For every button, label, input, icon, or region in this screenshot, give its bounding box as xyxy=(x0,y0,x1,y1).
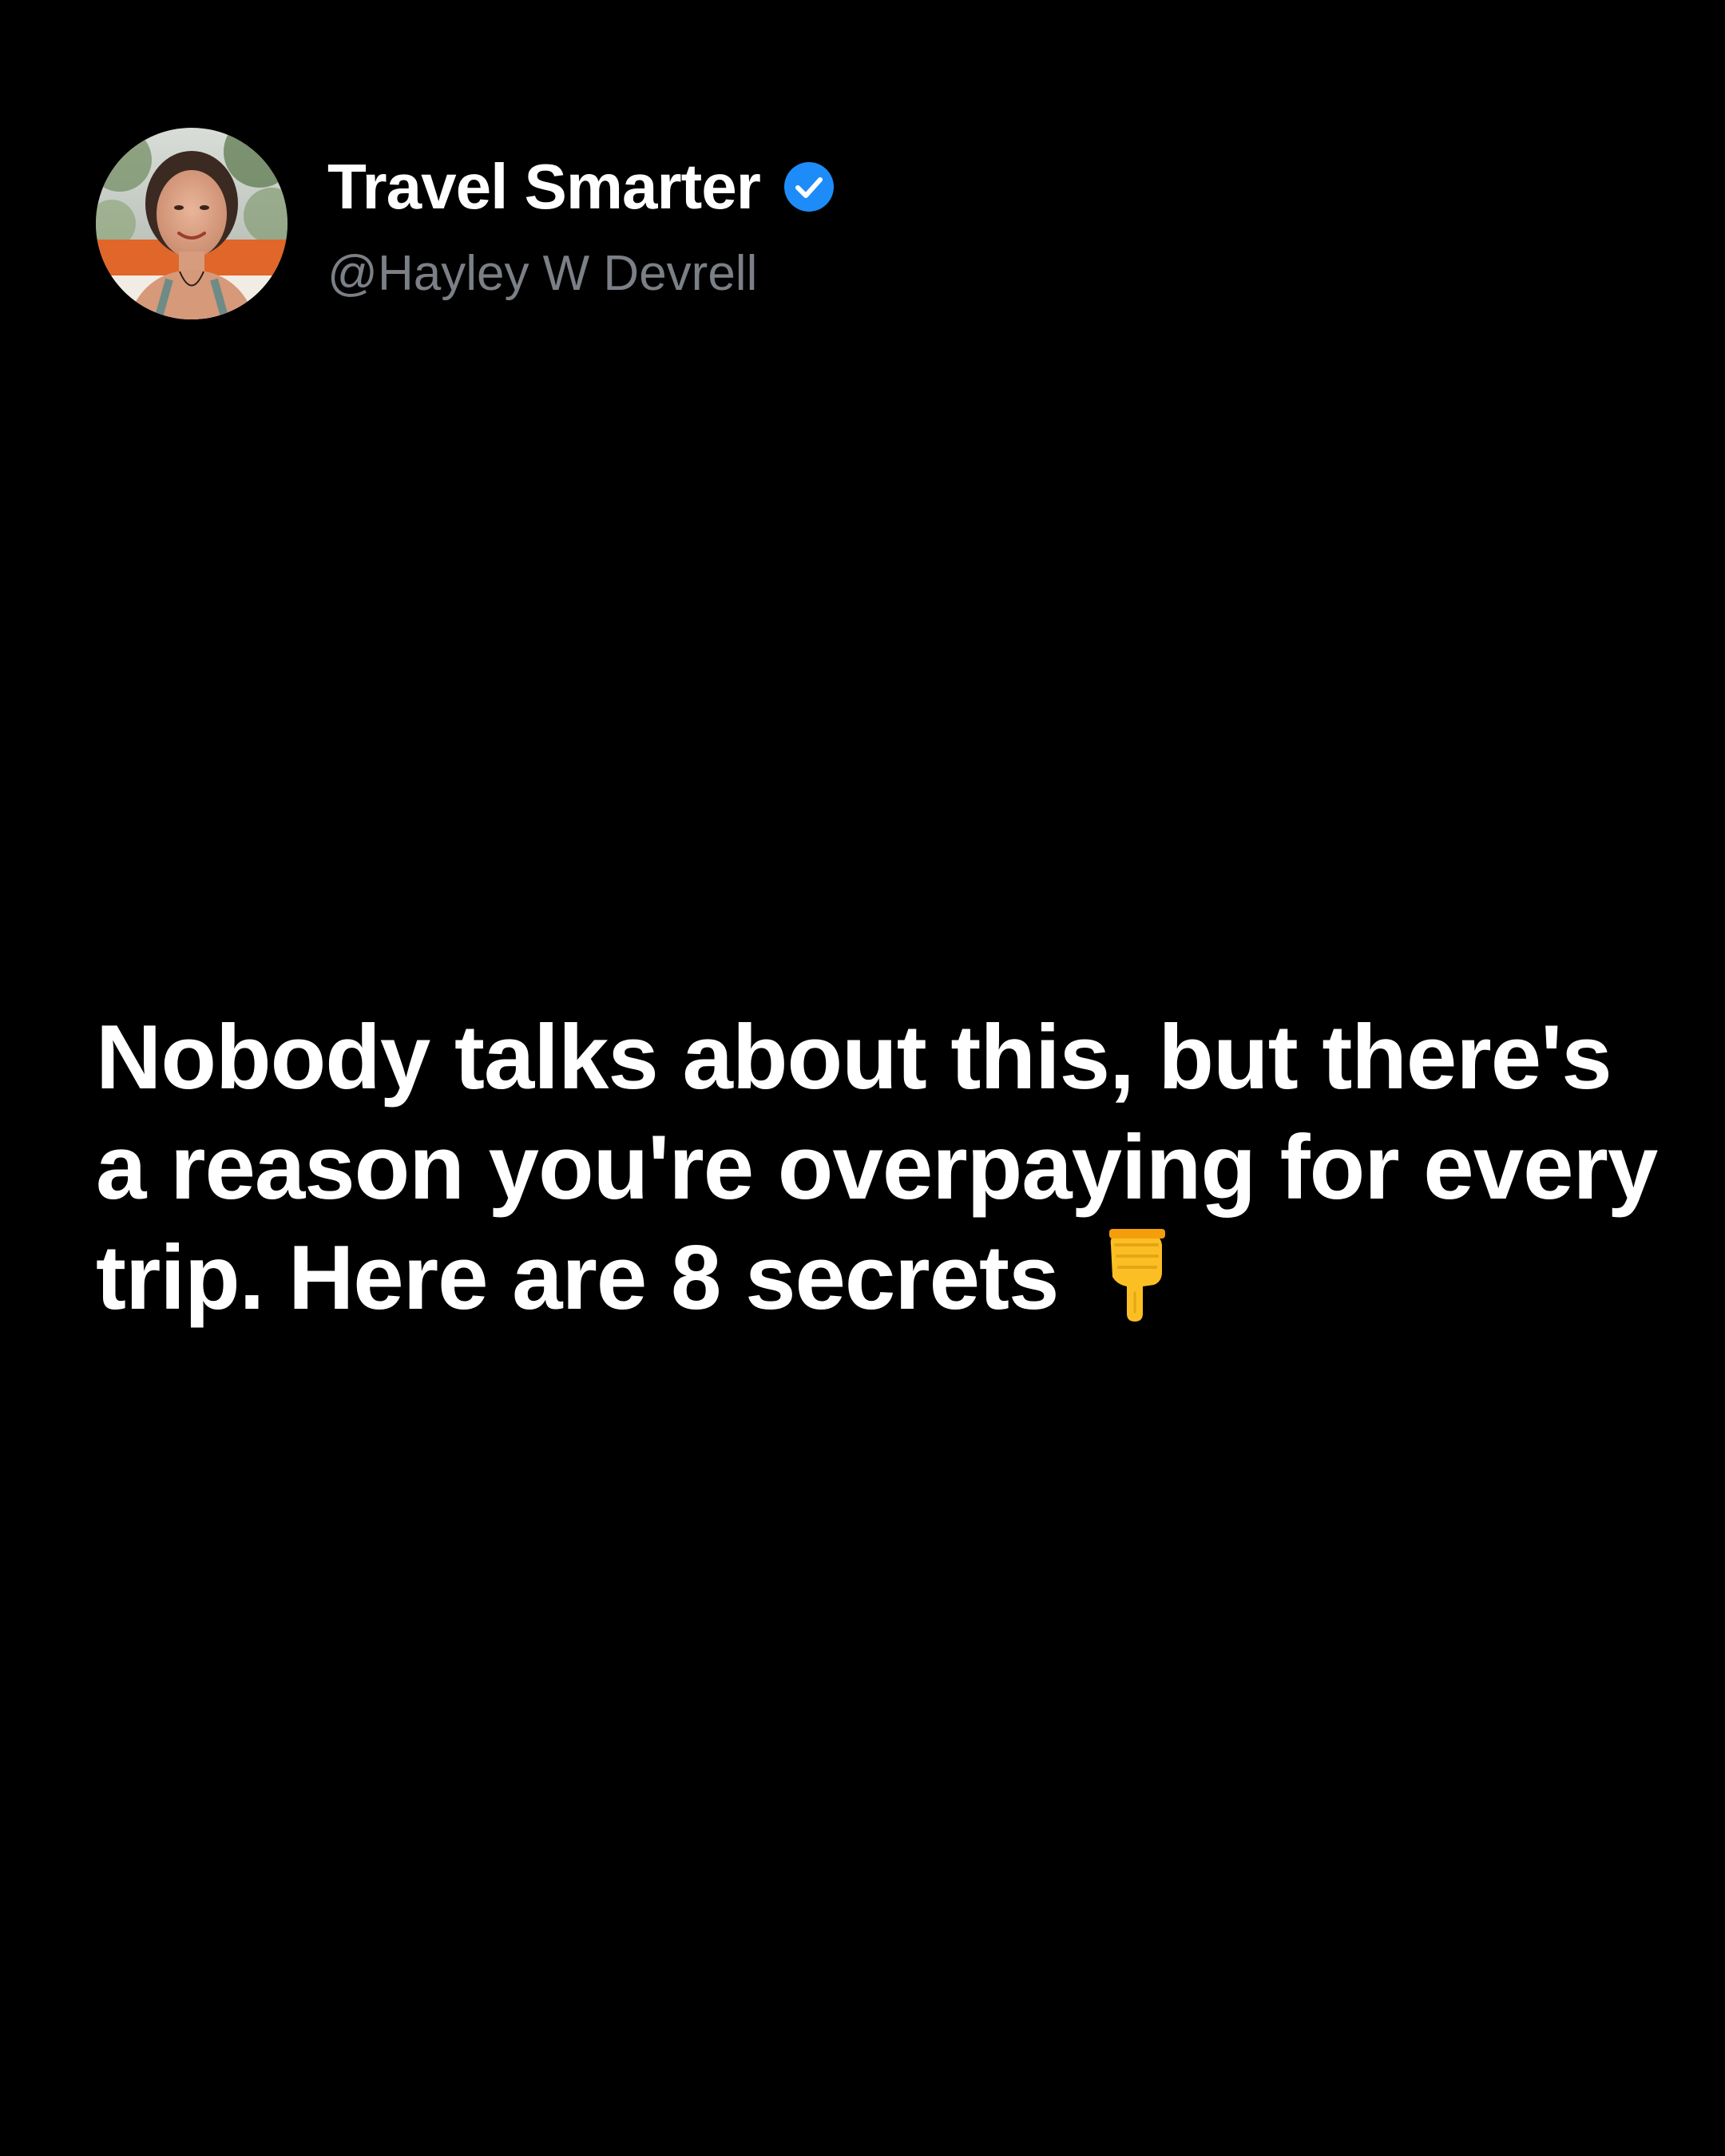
post-text-content: Nobody talks about this, but there's a r… xyxy=(96,1007,1658,1329)
backhand-index-pointing-down-icon xyxy=(1093,1229,1176,1323)
post-header: Travel Smarter @Hayley W Devrell xyxy=(96,128,835,319)
author-handle[interactable]: @Hayley W Devrell xyxy=(327,249,835,299)
verified-badge-icon xyxy=(783,161,835,213)
post-card: Travel Smarter @Hayley W Devrell Nobody … xyxy=(0,0,1725,2156)
post-text: Nobody talks about this, but there's a r… xyxy=(96,1003,1661,1334)
display-name[interactable]: Travel Smarter xyxy=(327,155,761,219)
profile-photo xyxy=(96,128,288,319)
author-identity: Travel Smarter @Hayley W Devrell xyxy=(327,149,835,299)
avatar[interactable] xyxy=(96,128,288,319)
name-row: Travel Smarter xyxy=(327,149,835,225)
